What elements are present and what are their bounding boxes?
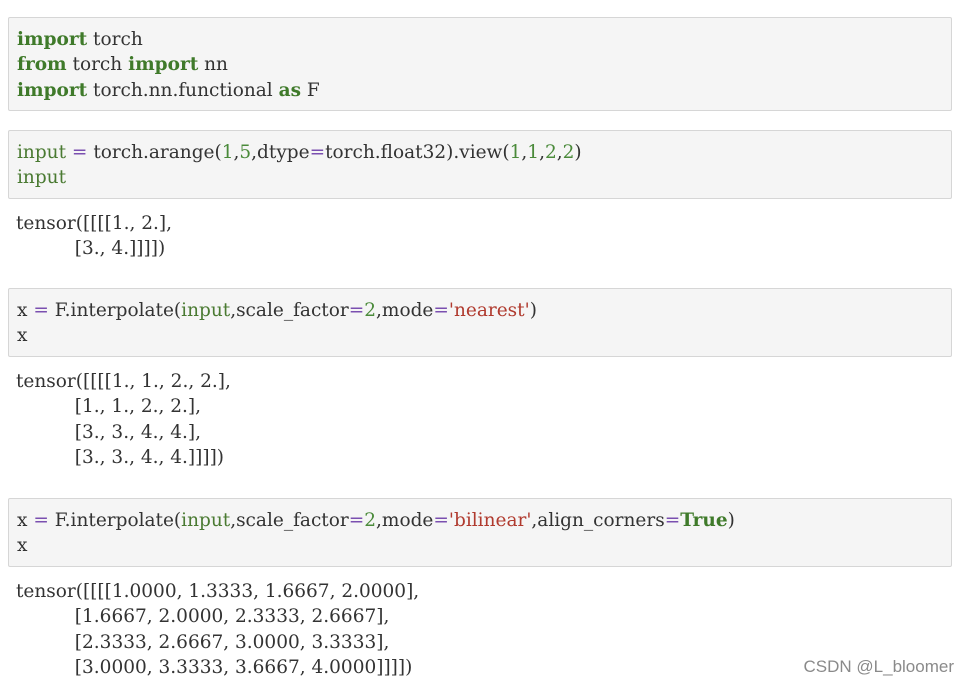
code-text: ) xyxy=(574,142,582,163)
number: 2 xyxy=(562,142,575,163)
code-cell-nearest[interactable]: x = F.interpolate(input,scale_factor=2,m… xyxy=(8,288,952,357)
code-text: F xyxy=(301,79,320,101)
code-text: ) xyxy=(529,300,537,321)
number: 5 xyxy=(239,142,252,163)
keyword: as xyxy=(278,79,302,101)
operator: = xyxy=(433,300,449,321)
string: 'nearest' xyxy=(448,300,530,321)
operator: = xyxy=(33,300,49,321)
code-text: F.interpolate( xyxy=(48,510,182,531)
operator: = xyxy=(348,510,365,531)
variable: input xyxy=(181,510,231,531)
code-text: nn xyxy=(198,54,228,76)
code-text: torch xyxy=(66,54,129,76)
keyword: True xyxy=(680,510,728,531)
keyword: import xyxy=(17,79,88,101)
number: 1 xyxy=(509,142,522,163)
operator: = xyxy=(309,142,326,163)
code-cell-input[interactable]: input = torch.arange(1,5,dtype=torch.flo… xyxy=(8,130,952,199)
code-text: ,scale_factor xyxy=(230,300,349,321)
code-text: ,mode xyxy=(376,300,434,321)
operator: = xyxy=(71,142,88,163)
keyword: from xyxy=(17,54,67,76)
code-text: torch.arange( xyxy=(87,142,222,163)
number: 2 xyxy=(364,510,377,531)
code-text: ,align_corners xyxy=(531,510,665,531)
operator: = xyxy=(433,510,449,531)
code-text: F.interpolate( xyxy=(48,300,182,321)
keyword: import xyxy=(17,29,88,50)
code-text: torch.nn.functional xyxy=(87,79,279,101)
code-editor[interactable]: input = torch.arange(1,5,dtype=torch.flo… xyxy=(17,140,582,191)
code-text: ,mode xyxy=(376,510,434,531)
variable: input xyxy=(181,300,231,321)
code-text: torch xyxy=(87,29,143,50)
code-editor[interactable]: x = F.interpolate(input,scale_factor=2,m… xyxy=(17,298,537,349)
cell-output: tensor([[[[1., 1., 2., 2.], [1., 1., 2.,… xyxy=(16,371,231,469)
keyword: import xyxy=(128,54,199,76)
code-text: ,scale_factor xyxy=(230,510,349,531)
variable: input xyxy=(17,167,67,189)
code-text: x xyxy=(17,510,34,531)
number: 1 xyxy=(221,142,234,163)
code-text: x xyxy=(17,325,28,347)
code-cell-bilinear[interactable]: x = F.interpolate(input,scale_factor=2,m… xyxy=(8,498,952,567)
code-cell-imports[interactable]: import torch from torch import nn import… xyxy=(8,17,952,111)
operator: = xyxy=(664,510,681,531)
number: 1 xyxy=(527,142,540,163)
watermark: CSDN @L_bloomer xyxy=(803,657,954,676)
code-text: x xyxy=(17,535,28,557)
code-text: torch.float32).view( xyxy=(325,142,510,163)
cell-output: tensor([[[[1.0000, 1.3333, 1.6667, 2.000… xyxy=(16,581,420,679)
operator: = xyxy=(348,300,365,321)
code-editor[interactable]: x = F.interpolate(input,scale_factor=2,m… xyxy=(17,508,735,559)
number: 2 xyxy=(544,142,557,163)
cell-output: tensor([[[[1., 2.], [3., 4.]]]]) xyxy=(16,213,173,260)
operator: = xyxy=(33,510,49,531)
code-text: x xyxy=(17,300,34,321)
string: 'bilinear' xyxy=(448,510,532,531)
code-text: ,dtype xyxy=(251,142,310,163)
code-editor[interactable]: import torch from torch import nn import… xyxy=(17,27,320,103)
code-text: ) xyxy=(727,510,735,531)
number: 2 xyxy=(364,300,377,321)
variable: input xyxy=(17,142,67,163)
